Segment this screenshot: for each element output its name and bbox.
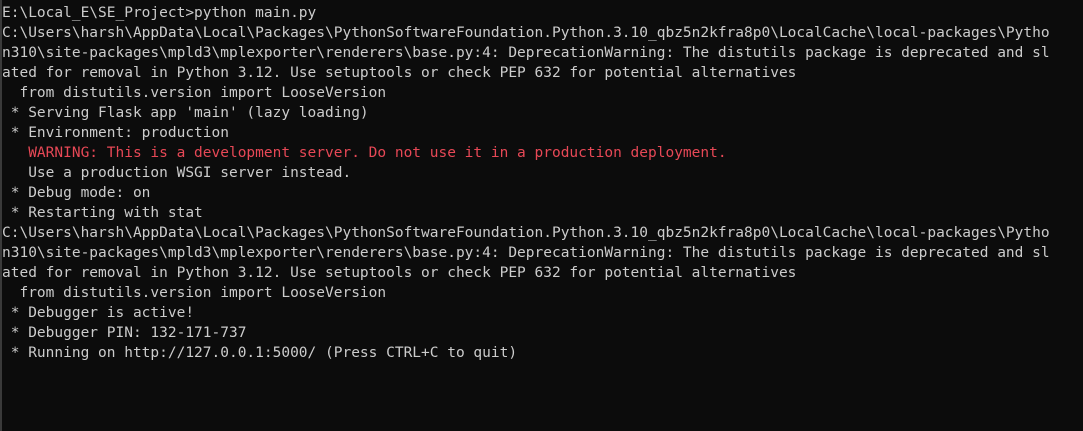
terminal-output: E:\Local_E\SE_Project>python main.py C:\U… [2, 3, 1050, 363]
output-line: n310\site-packages\mpld3\mplexporter\ren… [2, 245, 1050, 261]
terminal-window[interactable]: E:\Local_E\SE_Project>python main.py C:\U… [0, 0, 1083, 431]
output-line: * Debugger PIN: 132-171-737 [2, 325, 247, 341]
output-line: ated for removal in Python 3.12. Use set… [2, 65, 797, 81]
output-line: n310\site-packages\mpld3\mplexporter\ren… [2, 45, 1050, 61]
output-line: * Running on http://127.0.0.1:5000/ (Pre… [2, 345, 518, 361]
output-line: from distutils.version import LooseVersi… [2, 85, 387, 101]
output-line: C:\Users\harsh\AppData\Local\Packages\Py… [2, 25, 1050, 41]
output-line: * Debugger is active! [2, 305, 195, 321]
output-line: from distutils.version import LooseVersi… [2, 285, 387, 301]
output-line: Use a production WSGI server instead. [2, 165, 352, 181]
output-line: E:\Local_E\SE_Project>python main.py [2, 5, 317, 21]
output-line: * Debug mode: on [2, 185, 151, 201]
output-line: ated for removal in Python 3.12. Use set… [2, 265, 797, 281]
output-line: C:\Users\harsh\AppData\Local\Packages\Py… [2, 225, 1050, 241]
output-line: * Restarting with stat [2, 205, 203, 221]
output-line: * Environment: production [2, 125, 229, 141]
warning-line: WARNING: This is a development server. D… [2, 145, 727, 161]
output-line: * Serving Flask app 'main' (lazy loading… [2, 105, 369, 121]
